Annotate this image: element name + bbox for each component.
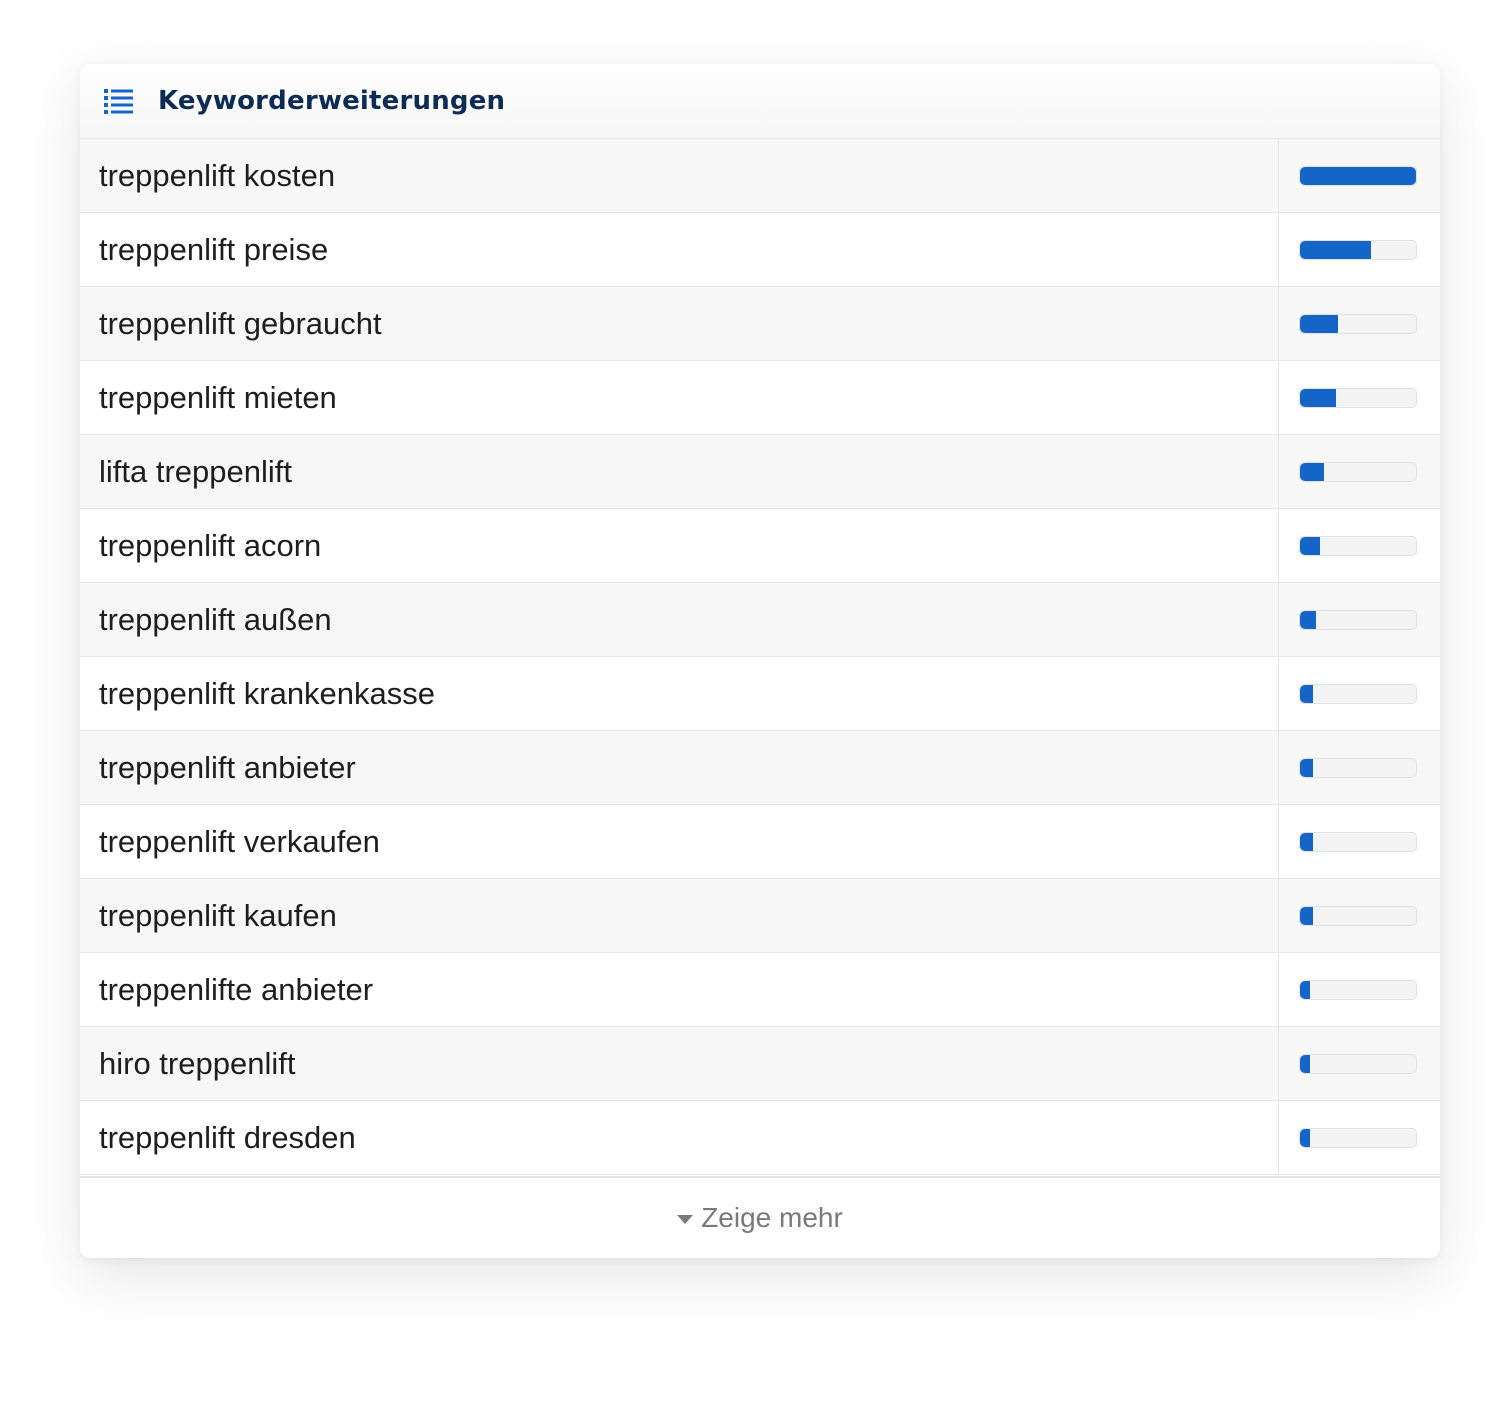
show-more-button[interactable]: Zeige mehr	[80, 1176, 1440, 1258]
volume-bar-fill	[1300, 166, 1416, 185]
volume-bar-fill	[1300, 832, 1313, 851]
keyword-label[interactable]: treppenlift außen	[80, 583, 1279, 656]
volume-bar	[1299, 609, 1417, 630]
volume-bar-fill	[1300, 240, 1371, 259]
volume-bar-fill	[1300, 536, 1320, 555]
list-item[interactable]: treppenlift anbieter	[80, 731, 1440, 805]
keyword-label[interactable]: treppenlift mieten	[80, 361, 1279, 434]
keyword-label[interactable]: treppenlift anbieter	[80, 731, 1279, 804]
volume-bar	[1299, 757, 1417, 778]
keyword-label[interactable]: treppenlift verkaufen	[80, 805, 1279, 878]
list-item[interactable]: treppenlift gebraucht	[80, 287, 1440, 361]
list-item[interactable]: treppenlift außen	[80, 583, 1440, 657]
volume-bar	[1299, 313, 1417, 334]
keyword-label[interactable]: treppenlifte anbieter	[80, 953, 1279, 1026]
volume-bar-fill	[1300, 758, 1313, 777]
volume-bar-fill	[1300, 684, 1313, 703]
volume-bar-fill	[1300, 610, 1317, 629]
volume-bar-fill	[1300, 388, 1336, 407]
volume-cell	[1279, 879, 1440, 952]
list-item[interactable]: treppenlift mieten	[80, 361, 1440, 435]
volume-bar-fill	[1300, 906, 1313, 925]
keyword-list: treppenlift kosten treppenlift preise trep…	[80, 139, 1440, 1175]
volume-bar	[1299, 165, 1417, 186]
volume-cell	[1279, 287, 1440, 360]
volume-bar	[1299, 905, 1417, 926]
volume-cell	[1279, 953, 1440, 1026]
volume-bar	[1299, 979, 1417, 1000]
keyword-label[interactable]: treppenlift kaufen	[80, 879, 1279, 952]
keyword-label[interactable]: treppenlift krankenkasse	[80, 657, 1279, 730]
list-item[interactable]: treppenlift kaufen	[80, 879, 1440, 953]
volume-bar	[1299, 1053, 1417, 1074]
card-header: Keyworderweiterungen	[80, 64, 1440, 139]
show-more-label: Zeige mehr	[701, 1202, 843, 1233]
volume-bar	[1299, 461, 1417, 482]
volume-bar	[1299, 831, 1417, 852]
volume-bar-fill	[1300, 1054, 1311, 1073]
volume-cell	[1279, 731, 1440, 804]
keyword-label[interactable]: treppenlift preise	[80, 213, 1279, 286]
caret-down-icon	[677, 1214, 694, 1224]
keyword-label[interactable]: hiro treppenlift	[80, 1027, 1279, 1100]
volume-cell	[1279, 1101, 1440, 1174]
keyword-label[interactable]: treppenlift dresden	[80, 1101, 1279, 1174]
volume-bar	[1299, 387, 1417, 408]
list-item[interactable]: treppenlift krankenkasse	[80, 657, 1440, 731]
list-item[interactable]: lifta treppenlift	[80, 435, 1440, 509]
list-item[interactable]: treppenlift dresden	[80, 1101, 1440, 1175]
keyword-expansions-card: Keyworderweiterungen treppenlift kosten t…	[80, 64, 1440, 1258]
volume-cell	[1279, 435, 1440, 508]
volume-bar	[1299, 1127, 1417, 1148]
keyword-label[interactable]: lifta treppenlift	[80, 435, 1279, 508]
volume-cell	[1279, 805, 1440, 878]
list-icon	[104, 88, 134, 114]
volume-cell	[1279, 509, 1440, 582]
volume-bar	[1299, 239, 1417, 260]
list-item[interactable]: treppenlift verkaufen	[80, 805, 1440, 879]
volume-bar-fill	[1300, 980, 1311, 999]
list-item[interactable]: treppenlift kosten	[80, 139, 1440, 213]
list-item[interactable]: treppenlift acorn	[80, 509, 1440, 583]
volume-cell	[1279, 213, 1440, 286]
keyword-label[interactable]: treppenlift kosten	[80, 139, 1279, 212]
keyword-label[interactable]: treppenlift acorn	[80, 509, 1279, 582]
volume-bar-fill	[1300, 314, 1339, 333]
volume-bar	[1299, 683, 1417, 704]
keyword-label[interactable]: treppenlift gebraucht	[80, 287, 1279, 360]
list-item[interactable]: treppenlift preise	[80, 213, 1440, 287]
volume-cell	[1279, 139, 1440, 212]
volume-cell	[1279, 657, 1440, 730]
volume-bar	[1299, 535, 1417, 556]
card-title: Keyworderweiterungen	[158, 86, 506, 116]
volume-bar-fill	[1300, 462, 1325, 481]
volume-bar-fill	[1300, 1128, 1311, 1147]
list-item[interactable]: hiro treppenlift	[80, 1027, 1440, 1101]
volume-cell	[1279, 1027, 1440, 1100]
volume-cell	[1279, 583, 1440, 656]
list-item[interactable]: treppenlifte anbieter	[80, 953, 1440, 1027]
volume-cell	[1279, 361, 1440, 434]
